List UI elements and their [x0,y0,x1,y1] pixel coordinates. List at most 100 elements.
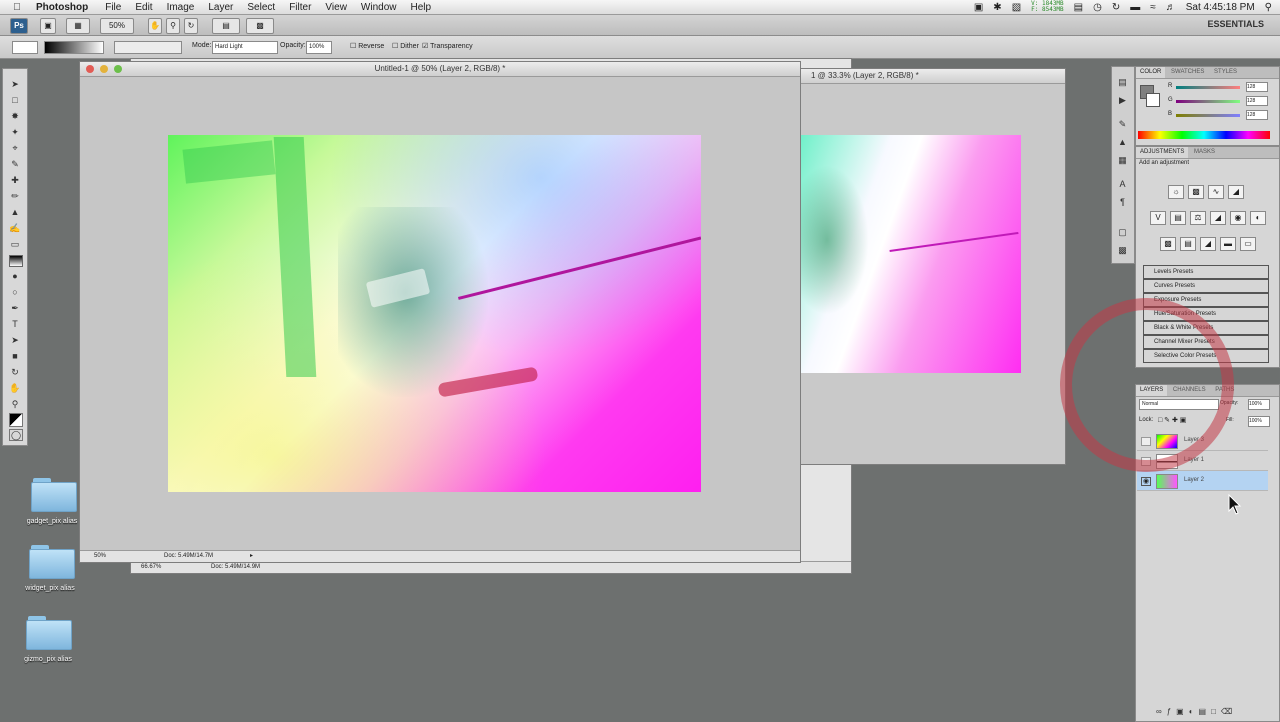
quick-mask-icon[interactable]: ◯ [9,429,23,441]
document-window-main[interactable]: Untitled-1 @ 50% (Layer 2, RGB/8) * 50% … [79,61,801,563]
dither-checkbox[interactable]: ☐ Dither [392,42,419,50]
document-back-2-zoom[interactable]: 66.67% [141,562,161,573]
hand-tool-panel-icon[interactable]: ✋ [9,383,21,393]
history-brush-tool-icon[interactable]: ✍ [9,223,21,233]
wifi-icon[interactable]: ≈ [1150,2,1156,13]
lasso-tool-icon[interactable]: ✸ [9,111,21,121]
time-machine-icon[interactable]: ◷ [1093,2,1102,13]
clone-source-panel-icon[interactable]: ▲ [1117,137,1128,147]
tool-preset-picker[interactable] [12,41,38,54]
desktop-folder-widget[interactable] [29,545,75,579]
menu-select[interactable]: Select [247,2,275,13]
actions-panel-icon[interactable]: ▶ [1117,95,1128,105]
green-slider[interactable] [1176,100,1240,103]
desktop-folder-gizmo[interactable] [26,616,72,650]
menu-filter[interactable]: Filter [289,2,311,13]
tab-adjustments[interactable]: ADJUSTMENTS [1136,147,1189,158]
type-tool-icon[interactable]: T [9,319,21,329]
curves-icon[interactable]: ∿ [1208,185,1224,199]
gradient-map-icon[interactable]: ▬ [1220,237,1236,251]
document-main-zoom[interactable]: 50% [94,551,106,562]
threshold-icon[interactable]: ◢ [1200,237,1216,251]
hand-tool-icon[interactable]: ✋ [148,18,162,34]
document-main-info[interactable]: Doc: 5.49M/14.7M [164,551,213,562]
arrange-documents-icon[interactable]: ▤ [212,18,240,34]
zoom-level-select[interactable]: 50% [100,18,134,34]
notes-panel-icon[interactable]: ▩ [1117,245,1128,255]
path-selection-tool-icon[interactable]: ➤ [9,335,21,345]
display-icon[interactable]: ▬ [1130,2,1140,13]
exposure-icon[interactable]: ◢ [1228,185,1244,199]
bluetooth-icon[interactable]: ✱ [993,2,1001,13]
blue-slider[interactable] [1176,114,1240,117]
3d-rotate-tool-icon[interactable]: ↻ [9,367,21,377]
volume-icon[interactable]: ♬ [1166,2,1176,13]
paragraph-panel-icon[interactable]: ¶ [1117,197,1128,207]
tool-presets-panel-icon[interactable]: ▦ [1117,155,1128,165]
character-panel-icon[interactable]: A [1117,179,1128,189]
zoom-tool-panel-icon[interactable]: ⚲ [9,399,21,409]
preset-curves[interactable]: Curves Presets [1143,279,1269,293]
selective-color-icon[interactable]: ▭ [1240,237,1256,251]
apple-menu-icon[interactable]:  [10,2,24,13]
document-back-1-canvas[interactable] [799,135,1021,373]
menu-help[interactable]: Help [411,2,432,13]
background-swatch[interactable] [1146,93,1160,107]
brightness-contrast-icon[interactable]: ☼ [1168,185,1184,199]
3d-panel-icon[interactable]: ▢ [1117,227,1128,237]
screen-mode-icon[interactable]: ▩ [246,18,274,34]
mode-select[interactable]: Hard Light [212,41,278,54]
tab-color[interactable]: COLOR [1136,67,1166,78]
black-white-icon[interactable]: ◢ [1210,211,1226,225]
desktop-folder-gadget[interactable] [31,478,77,512]
preset-levels[interactable]: Levels Presets [1143,265,1269,279]
menu-edit[interactable]: Edit [135,2,152,13]
brush-tool-icon[interactable]: ✏ [9,191,21,201]
photo-filter-icon[interactable]: ◉ [1230,211,1246,225]
menu-image[interactable]: Image [167,2,195,13]
tab-masks[interactable]: MASKS [1190,147,1219,158]
gradient-tool-icon[interactable] [9,255,23,267]
marquee-tool-icon[interactable]: □ [9,95,21,105]
vibrance-icon[interactable]: V [1150,211,1166,225]
document-main-title-bar[interactable]: Untitled-1 @ 50% (Layer 2, RGB/8) * [80,62,800,77]
bridge-icon[interactable]: ▣ [40,18,56,34]
fill-field[interactable]: 100% [1248,416,1270,427]
menu-layer[interactable]: Layer [208,2,233,13]
document-back-1-title-bar[interactable]: 1 @ 33.3% (Layer 2, RGB/8) * [791,69,1065,84]
shape-tool-icon[interactable]: ■ [9,351,21,361]
dodge-tool-icon[interactable]: ○ [9,287,21,297]
transparency-checkbox[interactable]: ☑ Transparency [422,42,473,50]
document-back-2-info[interactable]: Doc: 5.49M/14.9M [211,562,260,573]
menu-window[interactable]: Window [361,2,397,13]
zoom-tool-icon[interactable]: ⚲ [166,18,180,34]
memory-monitor[interactable]: V: 1843MB F: 8543MB [1031,1,1064,13]
view-extras-icon[interactable]: ▦ [66,18,90,34]
channel-mixer-icon[interactable]: ◐ [1250,211,1266,225]
pen-tool-icon[interactable]: ✒ [9,303,21,313]
minimize-window-icon[interactable] [100,65,108,73]
color-spectrum-ramp[interactable] [1138,131,1270,139]
eraser-tool-icon[interactable]: ▭ [9,239,21,249]
blur-tool-icon[interactable]: ● [9,271,21,281]
history-panel-icon[interactable]: ▤ [1117,77,1128,87]
gradient-picker[interactable] [44,41,104,54]
move-tool-icon[interactable]: ➤ [9,79,21,89]
close-window-icon[interactable] [86,65,94,73]
blue-value[interactable]: 128 [1246,110,1268,120]
invert-icon[interactable]: ▩ [1160,237,1176,251]
layer-row-layer-2-selected[interactable]: ◉ Layer 2 [1137,471,1268,491]
rotate-view-icon[interactable]: ↻ [184,18,198,34]
healing-brush-tool-icon[interactable]: ✚ [9,175,21,185]
graph-status-icon[interactable]: ▤ [1074,2,1083,13]
spotlight-icon[interactable]: ⚲ [1265,2,1272,13]
color-balance-icon[interactable]: ⚖ [1190,211,1206,225]
menu-view[interactable]: View [325,2,347,13]
app-status-icon[interactable]: ▧ [1012,2,1021,13]
crop-tool-icon[interactable]: ⌖ [9,143,21,153]
green-value[interactable]: 128 [1246,96,1268,106]
red-slider[interactable] [1176,86,1240,89]
tab-swatches[interactable]: SWATCHES [1167,67,1208,78]
document-canvas[interactable] [168,135,701,492]
eyedropper-tool-icon[interactable]: ✎ [9,159,21,169]
